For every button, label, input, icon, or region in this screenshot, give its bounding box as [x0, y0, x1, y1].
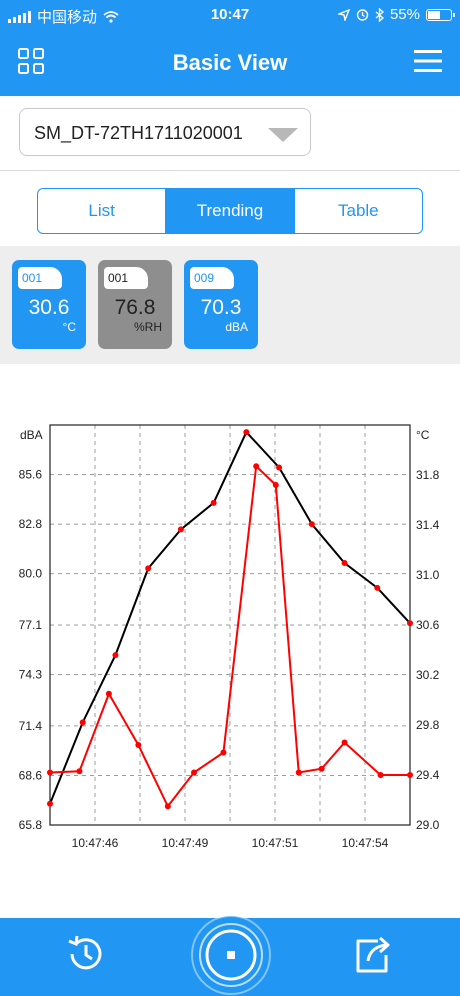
y-right-tick-label: 30.2	[416, 668, 440, 682]
sensor-card-value: 76.8	[114, 296, 156, 319]
series-point-temperature	[76, 768, 83, 775]
series-point-dba	[47, 800, 53, 807]
tab-table-label: Table	[338, 201, 379, 220]
series-point-dba	[243, 429, 250, 436]
series-point-dba	[112, 652, 119, 659]
sensor-card-humidity[interactable]: 001 76.8 %RH	[98, 260, 172, 349]
share-icon[interactable]	[352, 931, 394, 975]
y-left-tick-label: 65.8	[19, 818, 43, 832]
view-tabs: List Trending Table	[37, 188, 423, 234]
series-point-dba	[407, 620, 413, 627]
series-point-temperature	[220, 749, 227, 756]
series-point-dba	[341, 560, 348, 567]
y-right-tick-label: 31.8	[416, 468, 440, 482]
series-point-dba	[374, 584, 381, 591]
series-point-dba	[177, 526, 184, 533]
trend-chart: dBA °C 85.6 82.8 80.0 77.1 74.3 71.4 68.6 65.8 3…	[0, 410, 460, 860]
series-point-temperature	[295, 769, 302, 776]
series-point-dba	[79, 719, 86, 726]
series-point-temperature	[407, 772, 413, 778]
series-point-temperature	[105, 690, 112, 697]
series-point-dba	[210, 499, 217, 506]
sensor-card-unit: °C	[62, 320, 76, 334]
sensor-card-tag: 001	[104, 267, 148, 289]
sensor-cards-area: 001 30.6 °C 001 76.8 %RH 009 70.3 dBA	[0, 246, 460, 364]
tab-list-label: List	[88, 201, 115, 220]
y-right-tick-label: 29.0	[416, 818, 440, 832]
sensor-card-value: 70.3	[200, 296, 242, 319]
divider	[0, 170, 460, 171]
bottom-bar	[0, 915, 460, 996]
sensor-card-unit: %RH	[133, 320, 162, 334]
sensor-card-temperature[interactable]: 001 30.6 °C	[12, 260, 86, 349]
status-bar: 中国移动 10:47 55%	[0, 0, 460, 30]
page-title: Basic View	[172, 50, 288, 75]
series-point-dba	[308, 521, 315, 528]
y-left-tick-label: 82.8	[19, 517, 43, 531]
y-left-tick-label: 80.0	[19, 567, 43, 581]
series-point-temperature	[341, 739, 348, 746]
device-selector[interactable]: SM_DT-72TH1711020001	[19, 108, 311, 156]
y-right-tick-label: 29.4	[416, 768, 440, 782]
tab-list[interactable]: List	[38, 189, 167, 233]
x-tick-label: 10:47:46	[72, 836, 119, 850]
y-right-tick-label: 29.8	[416, 718, 440, 732]
tab-table[interactable]: Table	[295, 189, 422, 233]
series-point-temperature	[272, 482, 279, 488]
series-point-dba	[145, 565, 152, 572]
y-left-tick-label: 74.3	[19, 668, 43, 682]
status-right: 55%	[337, 6, 455, 23]
x-tick-label: 10:47:51	[252, 836, 299, 850]
y-right-tick-label: 30.6	[416, 618, 440, 632]
trend-chart-svg: dBA °C 85.6 82.8 80.0 77.1 74.3 71.4 68.6 65.8 3…	[19, 424, 440, 850]
x-tick-label: 10:47:49	[162, 836, 209, 850]
right-axis-label: °C	[416, 428, 430, 442]
series-point-temperature	[164, 803, 171, 810]
y-left-tick-label: 85.6	[19, 468, 43, 482]
y-left-tick-label: 77.1	[19, 618, 43, 632]
sensor-card-tag: 001	[18, 267, 62, 289]
battery-icon	[426, 8, 455, 21]
series-point-temperature	[47, 769, 53, 776]
sensor-card-noise[interactable]: 009 70.3 dBA	[184, 260, 258, 349]
hamburger-menu-icon[interactable]	[414, 48, 442, 74]
series-point-temperature	[377, 772, 384, 778]
series-point-temperature	[135, 742, 142, 748]
y-left-tick-label: 71.4	[19, 719, 43, 733]
series-point-temperature	[191, 769, 197, 776]
y-left-tick-label: 68.6	[19, 768, 43, 782]
sensor-card-tag: 009	[190, 267, 234, 289]
series-point-temperature	[318, 765, 325, 772]
location-icon	[337, 8, 350, 21]
battery-percent: 55%	[389, 6, 420, 23]
tab-trending[interactable]: Trending	[166, 189, 295, 233]
dropdown-triangle-icon	[268, 128, 298, 142]
y-right-tick-label: 31.0	[416, 568, 440, 582]
x-tick-label: 10:47:54	[342, 836, 389, 850]
y-right-tick-label: 31.4	[416, 518, 440, 532]
history-icon[interactable]	[64, 932, 108, 976]
sensor-card-value: 30.6	[28, 296, 70, 319]
alarm-icon	[356, 9, 369, 21]
left-axis-label: dBA	[20, 428, 43, 442]
bluetooth-icon	[375, 7, 384, 22]
tab-trending-label: Trending	[196, 201, 264, 220]
series-point-dba	[276, 464, 283, 471]
nav-bar: Basic View	[0, 30, 460, 96]
stop-record-icon[interactable]	[190, 914, 272, 996]
device-selector-value: SM_DT-72TH1711020001	[34, 123, 243, 143]
sensor-card-unit: dBA	[225, 320, 248, 334]
series-point-temperature	[253, 463, 260, 470]
